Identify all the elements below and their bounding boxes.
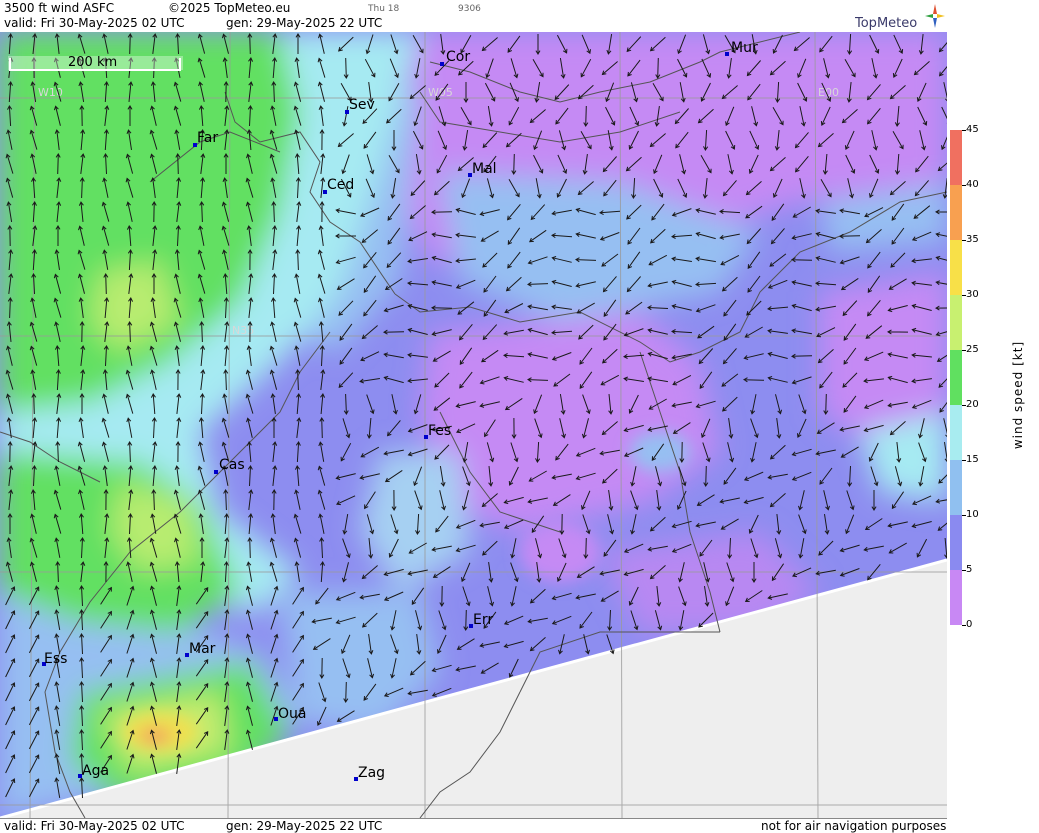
colorbar-segment bbox=[950, 240, 962, 295]
colorbar-tick-label: 0 bbox=[966, 619, 973, 630]
colorbar-segment bbox=[950, 185, 962, 240]
colorbar-tick-label: 30 bbox=[966, 289, 979, 300]
footer-valid-time: valid: Fri 30-May-2025 02 UTC bbox=[4, 819, 185, 833]
colorbar-segment bbox=[950, 130, 962, 185]
colorbar-tick-label: 5 bbox=[966, 564, 973, 575]
wind-speed-colorbar bbox=[950, 130, 962, 625]
colorbar-tick-label: 10 bbox=[966, 509, 979, 520]
wind-map-canvas: W10 W05 E00 N35 200 km Cor Mur Sev Far M… bbox=[0, 32, 947, 818]
topmeteo-logo: TopMeteo bbox=[854, 2, 945, 35]
colorbar-tick-label: 45 bbox=[966, 124, 979, 135]
faint-code-label: 9306 bbox=[458, 4, 481, 14]
city-cor: Cor bbox=[446, 49, 470, 65]
grid-label-w05: W05 bbox=[428, 86, 453, 99]
city-cas: Cas bbox=[219, 457, 245, 473]
copyright-text: ©2025 TopMeteo.eu bbox=[168, 1, 291, 15]
city-err: Err bbox=[473, 612, 493, 628]
valid-time: valid: Fri 30-May-2025 02 UTC bbox=[4, 16, 185, 30]
colorbar-tick-label: 25 bbox=[966, 344, 979, 355]
scale-label: 200 km bbox=[68, 55, 117, 70]
colorbar-tick-label: 15 bbox=[966, 454, 979, 465]
colorbar-title: wind speed [kt] bbox=[1011, 340, 1025, 450]
city-ced: Ced bbox=[327, 177, 354, 193]
city-fes: Fes bbox=[428, 423, 451, 439]
city-mur: Mur bbox=[731, 40, 758, 56]
city-mal: Mal bbox=[472, 161, 497, 177]
colorbar-tick-label: 40 bbox=[966, 179, 979, 190]
colorbar-segment bbox=[950, 350, 962, 405]
city-mar: Mar bbox=[189, 641, 216, 657]
wind-map[interactable]: W10 W05 E00 N35 200 km Cor Mur Sev Far M… bbox=[0, 32, 947, 818]
city-ess: Ess bbox=[44, 651, 67, 667]
colorbar-segment bbox=[950, 405, 962, 460]
city-oua: Oua bbox=[278, 706, 306, 722]
colorbar-segment bbox=[950, 515, 962, 570]
colorbar-segment bbox=[950, 460, 962, 515]
colorbar-segment bbox=[950, 570, 962, 625]
city-aga: Aga bbox=[82, 763, 109, 779]
grid-label-n35: N35 bbox=[232, 324, 254, 337]
city-sev: Sev bbox=[349, 97, 375, 113]
city-far: Far bbox=[197, 130, 218, 146]
colorbar-segment bbox=[950, 295, 962, 350]
colorbar-tick-label: 35 bbox=[966, 234, 979, 245]
footer-bar: valid: Fri 30-May-2025 02 UTC gen: 29-Ma… bbox=[0, 818, 947, 833]
scale-bar: 200 km bbox=[8, 55, 183, 71]
city-zag: Zag bbox=[358, 765, 385, 781]
generated-time: gen: 29-May-2025 22 UTC bbox=[226, 16, 383, 30]
faint-day-label: Thu 18 bbox=[368, 4, 400, 14]
logo-text: TopMeteo bbox=[855, 16, 917, 31]
colorbar-tick-label: 20 bbox=[966, 399, 979, 410]
footer-disclaimer: not for air navigation purposes bbox=[761, 819, 947, 833]
compass-icon: TopMeteo bbox=[854, 4, 945, 31]
product-title: 3500 ft wind ASFC bbox=[4, 1, 115, 15]
footer-generated-time: gen: 29-May-2025 22 UTC bbox=[226, 819, 383, 833]
